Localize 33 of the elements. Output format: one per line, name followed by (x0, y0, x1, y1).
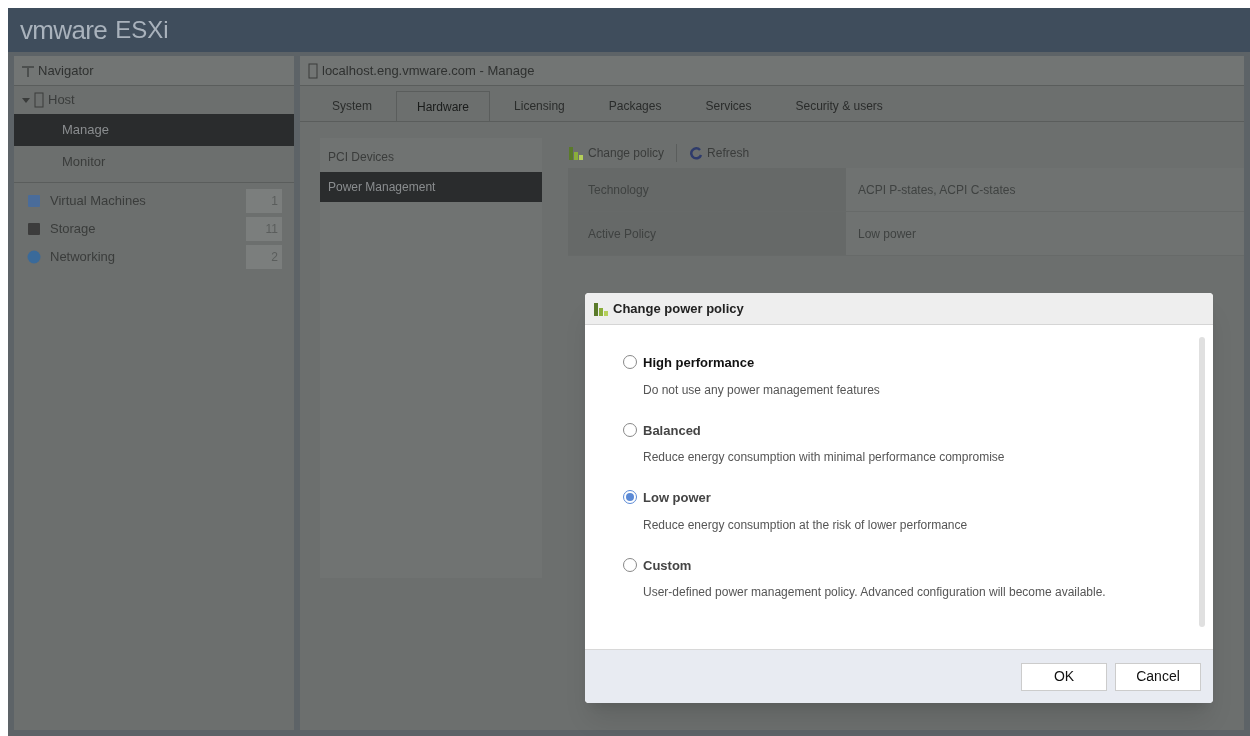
navigator-icon (22, 64, 34, 77)
option-description: Reduce energy consumption at the risk of lower performance (643, 516, 969, 534)
server-icon (308, 62, 318, 79)
panel-title: localhost.eng.vmware.com - Manage (322, 61, 535, 80)
tab[interactable]: Services (685, 91, 772, 121)
server-icon (34, 92, 44, 108)
bar-chart-icon (568, 145, 584, 161)
tab[interactable]: Packages (588, 91, 682, 121)
storage-icon (26, 221, 42, 237)
option-description: Do not use any power management features (643, 381, 881, 399)
option-label: Custom (643, 556, 693, 575)
virtual-machine-icon (26, 193, 42, 209)
brand-logo: vmware (20, 13, 108, 47)
list-item[interactable]: Power Management (320, 172, 542, 202)
caret-icon[interactable] (22, 96, 30, 104)
ok-button[interactable]: OK (1021, 662, 1107, 691)
cancel-button[interactable]: Cancel (1115, 662, 1201, 691)
product-name: ESXi (115, 15, 169, 45)
tab[interactable]: Licensing (494, 91, 585, 121)
option-label: High performance (643, 354, 756, 372)
option-description: Reduce energy consumption with minimal performance compromise (643, 449, 1006, 466)
dialog-title: Change power policy (613, 299, 744, 318)
option-label: Low power (643, 489, 712, 507)
tree-item[interactable]: Manage (14, 114, 294, 146)
option-label: Balanced (643, 421, 702, 440)
refresh-icon (689, 146, 704, 160)
option-description: User-defined power management policy. Advanced configuration will become available. (643, 584, 1107, 601)
tab[interactable]: Security & users (775, 91, 903, 121)
tab[interactable]: Hardware (396, 91, 491, 121)
bar-chart-icon (593, 300, 609, 317)
globe-icon (26, 249, 42, 265)
panel-title: Navigator (38, 61, 94, 80)
tab[interactable]: System (312, 91, 392, 121)
